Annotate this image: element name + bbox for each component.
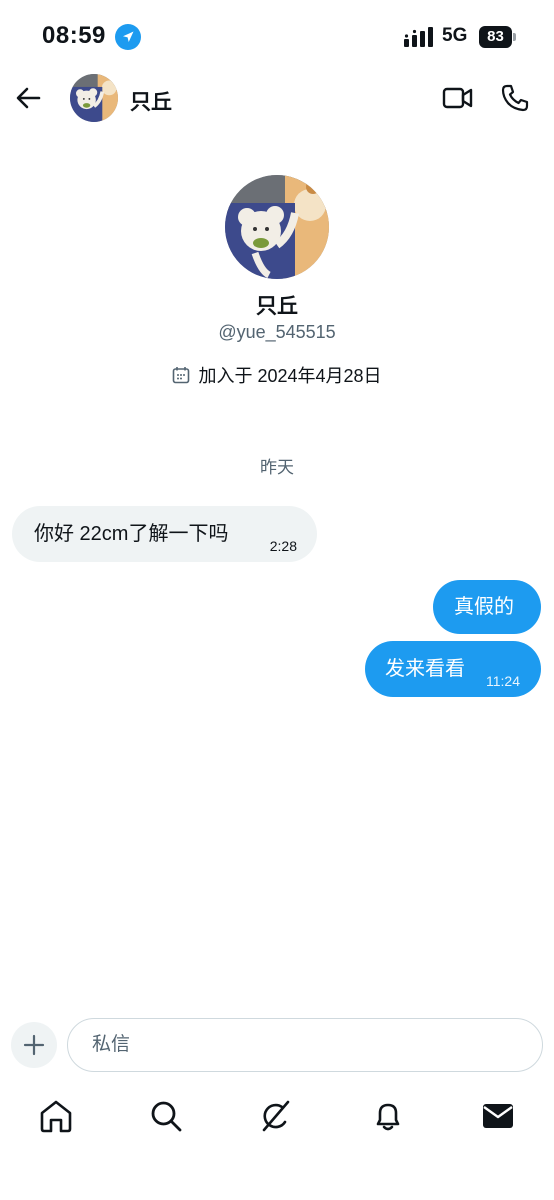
plus-icon xyxy=(23,1034,45,1056)
status-time: 08:59 xyxy=(42,22,106,49)
back-arrow-icon[interactable] xyxy=(14,84,42,112)
profile-name: 只丘 xyxy=(256,295,298,318)
message-outgoing[interactable]: 发来看看 11:24 xyxy=(365,641,541,697)
grok-icon[interactable] xyxy=(258,1098,294,1134)
avatar[interactable] xyxy=(70,74,118,122)
search-icon[interactable] xyxy=(148,1098,184,1134)
message-text: 你好 22cm了解一下吗 xyxy=(34,523,229,545)
message-input[interactable] xyxy=(67,1018,543,1072)
message-incoming[interactable]: 你好 22cm了解一下吗 2:28 xyxy=(12,506,317,562)
profile-handle: @yue_545515 xyxy=(218,322,336,342)
header-contact-name[interactable]: 只丘 xyxy=(130,86,172,116)
joined-date-text: 加入于 2024年4月28日 xyxy=(198,366,382,386)
date-divider: 昨天 xyxy=(260,458,294,477)
messages-icon[interactable] xyxy=(480,1098,516,1134)
message-time: 11:24 xyxy=(486,673,520,689)
bottom-nav xyxy=(0,1090,554,1146)
message-outgoing[interactable]: 真假的 xyxy=(433,580,541,634)
notifications-icon[interactable] xyxy=(370,1098,406,1134)
signal-icon xyxy=(404,27,433,47)
message-text: 真假的 xyxy=(454,596,514,618)
location-arrow-icon xyxy=(115,24,141,50)
profile-avatar[interactable] xyxy=(225,175,329,279)
phone-call-icon[interactable] xyxy=(500,83,530,113)
calendar-icon xyxy=(173,367,190,384)
status-bar: 08:59 5G 83 xyxy=(0,0,554,72)
battery-level: 83 xyxy=(479,26,512,48)
network-label: 5G xyxy=(442,25,468,46)
conversation-header: 只丘 xyxy=(0,72,554,124)
video-call-icon[interactable] xyxy=(442,84,474,112)
message-time: 2:28 xyxy=(269,538,297,554)
joined-date: 加入于 2024年4月28日 xyxy=(0,362,554,388)
battery-icon: 83 xyxy=(479,26,517,48)
home-icon[interactable] xyxy=(38,1098,74,1134)
message-text: 发来看看 xyxy=(385,658,465,680)
add-media-button[interactable] xyxy=(11,1022,57,1068)
